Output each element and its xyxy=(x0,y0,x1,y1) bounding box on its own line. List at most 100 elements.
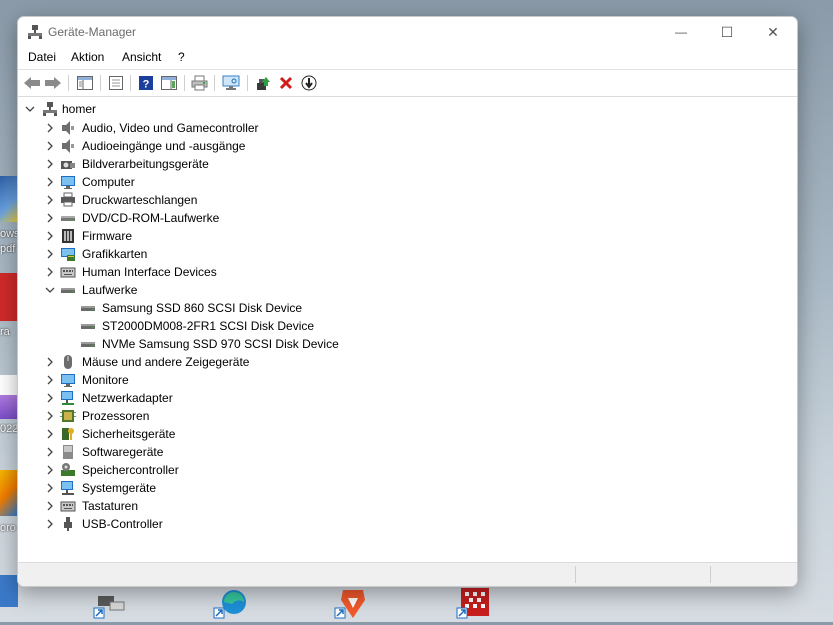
disk-drive-icon xyxy=(80,300,96,316)
tree-category-label[interactable]: Prozessoren xyxy=(82,409,149,423)
uninstall-device-icon[interactable] xyxy=(276,73,296,93)
toolbar-separator xyxy=(247,75,248,91)
chevron-down-icon[interactable] xyxy=(25,104,35,114)
chevron-right-icon[interactable] xyxy=(45,483,55,493)
printer-icon xyxy=(60,192,76,208)
tree-category-label[interactable]: Monitore xyxy=(82,373,129,387)
tree-category-label[interactable]: Audioeingänge und -ausgänge xyxy=(82,139,245,153)
minimize-button[interactable]: — xyxy=(658,17,704,47)
toolbar-separator xyxy=(184,75,185,91)
menu-ansicht[interactable]: Ansicht xyxy=(122,50,161,64)
desktop-icon-orange-app[interactable] xyxy=(0,470,18,516)
show-hide-console-tree-icon[interactable] xyxy=(75,73,95,93)
system-device-icon xyxy=(60,480,76,496)
chevron-right-icon[interactable] xyxy=(45,231,55,241)
back-arrow-icon[interactable] xyxy=(22,73,42,93)
tree-category-label[interactable]: Softwaregeräte xyxy=(82,445,163,459)
tree-category-label[interactable]: Bildverarbeitungsgeräte xyxy=(82,157,209,171)
status-divider xyxy=(710,566,711,583)
tree-category-label[interactable]: Mäuse und andere Zeigegeräte xyxy=(82,355,249,369)
desktop-icon-label: 022 xyxy=(0,423,18,435)
processor-icon xyxy=(60,408,76,424)
edge-shortcut-icon[interactable] xyxy=(212,588,246,620)
forward-arrow-icon[interactable] xyxy=(43,73,63,93)
camera-icon xyxy=(60,156,76,172)
chevron-down-icon[interactable] xyxy=(45,285,55,295)
desktop-icon-red-app[interactable] xyxy=(0,273,18,321)
chevron-right-icon[interactable] xyxy=(45,213,55,223)
optical-drive-icon xyxy=(60,210,76,226)
device-manager-window: Geräte-Manager — ☐ ✕ Datei Aktion Ansich… xyxy=(17,16,798,587)
help-icon[interactable]: ? xyxy=(136,73,156,93)
software-device-icon xyxy=(60,444,76,460)
game-shortcut-icon[interactable] xyxy=(455,588,489,620)
chevron-right-icon[interactable] xyxy=(45,357,55,367)
chevron-right-icon[interactable] xyxy=(45,375,55,385)
tree-category-label[interactable]: Audio, Video und Gamecontroller xyxy=(82,121,259,135)
maximize-button[interactable]: ☐ xyxy=(704,17,750,47)
menu-datei[interactable]: Datei xyxy=(28,50,56,64)
chip-icon xyxy=(60,228,76,244)
chevron-right-icon[interactable] xyxy=(45,447,55,457)
tree-device-label[interactable]: ST2000DM008-2FR1 SCSI Disk Device xyxy=(102,319,314,333)
security-key-icon xyxy=(60,426,76,442)
brave-shortcut-icon[interactable] xyxy=(333,588,367,620)
maximize-icon: ☐ xyxy=(720,23,734,40)
desktop-icon-pdf-app[interactable] xyxy=(0,176,18,222)
desktop-bottom-icons xyxy=(0,582,833,622)
tree-category-label[interactable]: Firmware xyxy=(82,229,132,243)
tree-device-label[interactable]: NVMe Samsung SSD 970 SCSI Disk Device xyxy=(102,337,339,351)
chevron-right-icon[interactable] xyxy=(45,141,55,151)
toolbar: ? xyxy=(18,69,797,97)
action-pane-icon[interactable] xyxy=(159,73,179,93)
window-title: Geräte-Manager xyxy=(48,25,137,39)
chevron-right-icon[interactable] xyxy=(45,519,55,529)
scan-hardware-icon[interactable] xyxy=(221,73,241,93)
title-bar[interactable]: Geräte-Manager — ☐ ✕ xyxy=(18,17,797,47)
tree-category-label[interactable]: Laufwerke xyxy=(82,283,137,297)
device-tree[interactable]: homer Audio, Video und Gamecontroller Aud… xyxy=(18,97,797,563)
tree-category-label[interactable]: DVD/CD-ROM-Laufwerke xyxy=(82,211,219,225)
chevron-right-icon[interactable] xyxy=(45,195,55,205)
speaker-icon xyxy=(60,138,76,154)
usb-icon xyxy=(60,516,76,532)
disk-drive-icon xyxy=(80,318,96,334)
display-adapter-icon xyxy=(60,246,76,262)
chevron-right-icon[interactable] xyxy=(45,393,55,403)
storage-controller-icon xyxy=(60,462,76,478)
tree-device-label[interactable]: Samsung SSD 860 SCSI Disk Device xyxy=(102,301,302,315)
chevron-right-icon[interactable] xyxy=(45,249,55,259)
close-button[interactable]: ✕ xyxy=(750,17,796,47)
tree-category-label[interactable]: Human Interface Devices xyxy=(82,265,217,279)
tree-category-label[interactable]: Sicherheitsgeräte xyxy=(82,427,175,441)
chevron-right-icon[interactable] xyxy=(45,501,55,511)
chevron-right-icon[interactable] xyxy=(45,429,55,439)
computer-root-icon xyxy=(42,101,58,117)
tree-category-label[interactable]: Druckwarteschlangen xyxy=(82,193,197,207)
tree-root-label[interactable]: homer xyxy=(62,102,96,116)
disable-device-icon[interactable] xyxy=(299,73,319,93)
chevron-right-icon[interactable] xyxy=(45,465,55,475)
tree-category-label[interactable]: Computer xyxy=(82,175,135,189)
tree-category-label[interactable]: Netzwerkadapter xyxy=(82,391,173,405)
tree-category-label[interactable]: Tastaturen xyxy=(82,499,138,513)
print-icon[interactable] xyxy=(190,73,210,93)
chevron-right-icon[interactable] xyxy=(45,123,55,133)
device-manager-shortcut-icon[interactable] xyxy=(92,588,126,620)
properties-sheet-icon[interactable] xyxy=(106,73,126,93)
chevron-right-icon[interactable] xyxy=(45,177,55,187)
update-driver-icon[interactable] xyxy=(253,73,273,93)
tree-category-label[interactable]: Systemgeräte xyxy=(82,481,156,495)
menu-help[interactable]: ? xyxy=(178,50,185,64)
chevron-right-icon[interactable] xyxy=(45,411,55,421)
chevron-right-icon[interactable] xyxy=(45,159,55,169)
desktop-icon-purple-app[interactable] xyxy=(0,375,18,419)
speaker-icon xyxy=(60,120,76,136)
toolbar-separator xyxy=(68,75,69,91)
tree-category-label[interactable]: Grafikkarten xyxy=(82,247,147,261)
chevron-right-icon[interactable] xyxy=(45,267,55,277)
menu-aktion[interactable]: Aktion xyxy=(71,50,104,64)
tree-category-label[interactable]: USB-Controller xyxy=(82,517,163,531)
tree-category-label[interactable]: Speichercontroller xyxy=(82,463,179,477)
mouse-icon xyxy=(60,354,76,370)
